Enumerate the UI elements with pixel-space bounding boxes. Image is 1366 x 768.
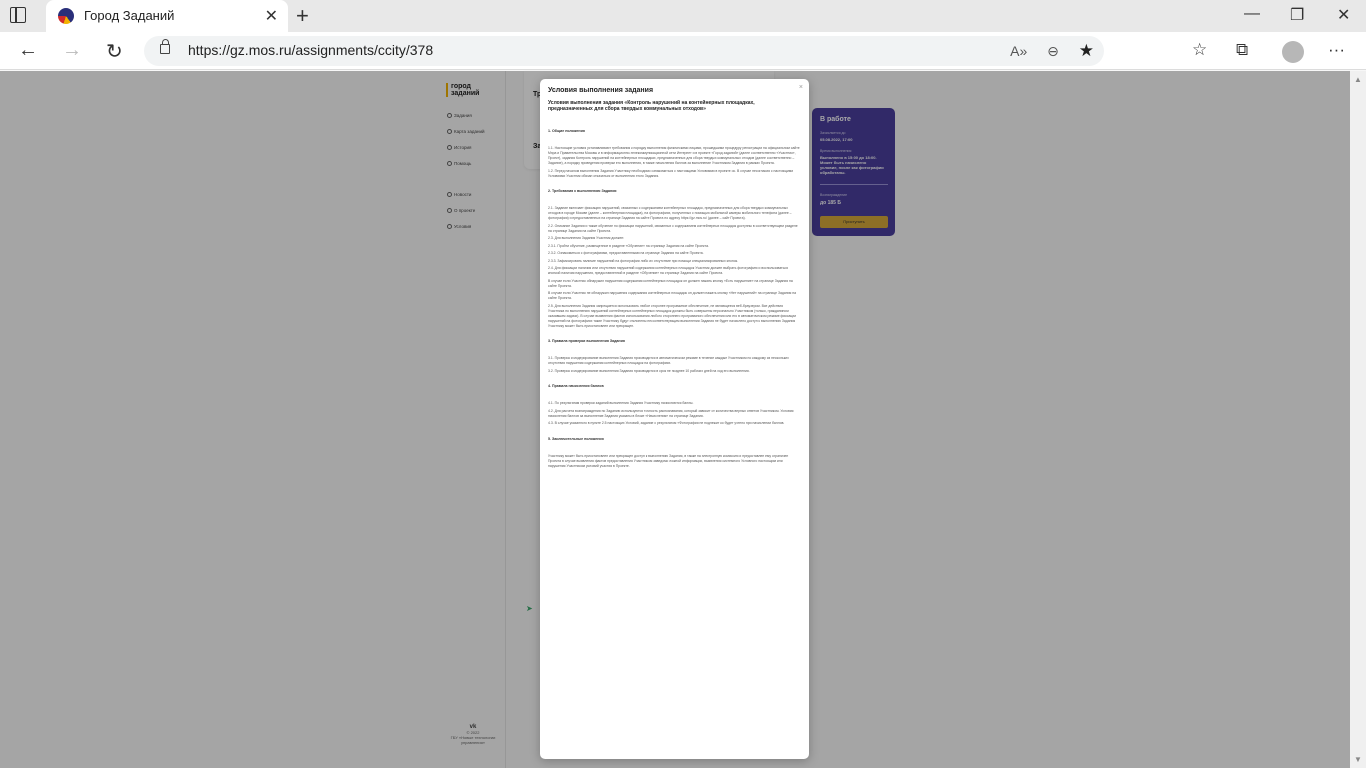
profile-avatar[interactable]: [1282, 41, 1304, 63]
section-heading: 1. Общие положения: [548, 129, 585, 133]
paragraph: 3.2. Проверка и модерирование выполнения…: [548, 368, 750, 373]
url-text[interactable]: https://gz.mos.ru/assignments/ccity/378: [188, 42, 433, 58]
paragraph: В случае если Участник не обнаружил нару…: [548, 291, 797, 300]
paragraph: 4.2. Для расчета вознаграждения по Задан…: [548, 408, 794, 418]
paragraph: 1.1. Настоящие условия устанавливают тре…: [548, 146, 800, 165]
section-heading: 4. Правила начисления баллов: [548, 384, 604, 388]
favorites-icon[interactable]: ☆: [1192, 40, 1207, 60]
site-favicon-icon: [58, 8, 74, 24]
paragraph: 3.1. Проверка и модерирование выполнения…: [548, 356, 789, 365]
lock-icon[interactable]: [160, 39, 170, 54]
more-menu-icon[interactable]: ···: [1328, 40, 1345, 60]
scroll-up-icon[interactable]: ▲: [1354, 75, 1362, 84]
paragraph: 1.2. Перед началом выполнения Задания Уч…: [548, 168, 794, 178]
tab-actions-icon[interactable]: [10, 7, 26, 23]
url-actions: A» ⊖ ★: [1010, 41, 1094, 61]
paragraph: 4.1. По результатам проверки заданий вып…: [548, 401, 694, 405]
tab-close-icon[interactable]: ✕: [265, 6, 278, 26]
browser-tab-bar: Город Заданий ✕ + — ❐ ✕: [0, 0, 1366, 32]
scroll-down-icon[interactable]: ▼: [1354, 755, 1362, 764]
minimize-icon[interactable]: —: [1244, 5, 1260, 23]
zoom-out-icon[interactable]: ⊖: [1047, 43, 1059, 59]
restore-icon[interactable]: ❐: [1290, 5, 1304, 25]
modal-body: 1. Общие положения 1.1. Настоящие услови…: [548, 129, 800, 471]
back-icon[interactable]: ←: [18, 39, 38, 62]
terms-modal: × Условия выполнения задания Условия вып…: [540, 79, 809, 759]
collections-icon[interactable]: ⧉: [1236, 40, 1248, 60]
paragraph: 2.3.3. Зафиксировать наличие нарушений н…: [548, 258, 739, 263]
modal-title: Условия выполнения задания: [548, 87, 654, 94]
modal-subtitle: Условия выполнения задания «Контроль нар…: [548, 100, 755, 112]
paragraph: 2.1. Задание включает фиксацию нарушений…: [548, 206, 792, 220]
read-aloud-icon[interactable]: A»: [1010, 43, 1027, 59]
paragraph: 2.3.2. Ознакомиться с фотографиями, пред…: [548, 251, 704, 255]
reload-icon[interactable]: ↻: [106, 39, 123, 64]
paragraph: Участнику может быть приостановлен или п…: [548, 453, 789, 468]
section-heading: 5. Заключительные положения: [548, 436, 604, 441]
browser-toolbar: ← → ↻ https://gz.mos.ru/assignments/ccit…: [0, 32, 1366, 70]
forward-icon[interactable]: →: [62, 39, 82, 62]
address-bar[interactable]: https://gz.mos.ru/assignments/ccity/378 …: [144, 36, 1104, 66]
browser-tab[interactable]: Город Заданий ✕: [46, 0, 288, 32]
window-close-icon[interactable]: ✕: [1337, 5, 1350, 25]
section-heading: 3. Правила проверки выполнения Задания: [548, 339, 625, 343]
paragraph: 2.5. Для выполнения Задания запрещается …: [548, 303, 797, 328]
page-scrollbar[interactable]: ▲ ▼: [1350, 71, 1366, 768]
paragraph: 2.3.1. Пройти обучение, размещенное в ра…: [548, 243, 709, 248]
new-tab-icon[interactable]: +: [296, 3, 309, 29]
favorite-star-icon[interactable]: ★: [1079, 41, 1094, 60]
paragraph: 2.4. Для фиксации наличия или отсутствия…: [548, 266, 788, 275]
paragraph: 2.2. Описание Задания и также обучение п…: [548, 223, 798, 233]
paragraph: 4.3. В случае указанного в пункте 2.5 на…: [548, 421, 785, 425]
paragraph: В случае если Участник обнаружил нарушен…: [548, 278, 793, 288]
modal-close-icon[interactable]: ×: [799, 84, 803, 91]
paragraph: 2.3. Для выполнения Задания Участник дол…: [548, 236, 625, 240]
section-heading: 2. Требования к выполнению Задания: [548, 189, 617, 193]
tab-title: Город Заданий: [84, 8, 175, 23]
